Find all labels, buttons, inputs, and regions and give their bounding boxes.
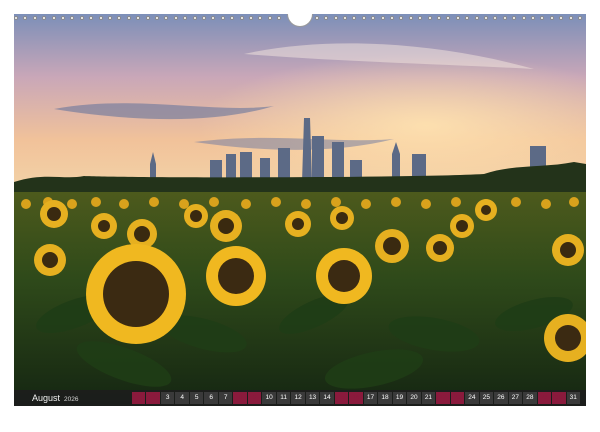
- day-cell: 5: [189, 392, 204, 404]
- photo-illustration: [14, 14, 586, 406]
- day-cell: 28: [523, 392, 537, 404]
- binding-hole: [98, 16, 103, 20]
- day-cell: 24: [465, 392, 479, 404]
- binding-hole: [79, 16, 84, 20]
- day-cell: 10: [262, 392, 276, 404]
- binding-hole: [371, 16, 376, 20]
- day-cell: 29: [537, 392, 552, 404]
- binding-hole: [408, 16, 413, 20]
- binding-hole: [239, 16, 244, 20]
- day-cell: 11: [276, 392, 291, 404]
- day-cell: 12: [291, 392, 305, 404]
- binding-hole: [173, 16, 178, 20]
- day-cell: 22: [436, 392, 450, 404]
- day-cell: 25: [479, 392, 494, 404]
- binding-hole: [493, 16, 498, 20]
- binding-hole: [202, 16, 206, 20]
- binding-hole: [42, 16, 47, 20]
- day-cell: 31: [566, 392, 581, 404]
- binding-hole: [380, 16, 385, 20]
- day-cell: 20: [407, 392, 421, 404]
- binding-hole: [211, 16, 216, 20]
- binding-hole: [521, 16, 526, 20]
- day-cell: 3: [160, 392, 175, 404]
- binding-hole: [324, 16, 329, 20]
- binding-hole: [70, 16, 75, 20]
- day-cell: 26: [494, 392, 508, 404]
- binding-hole: [578, 16, 582, 20]
- binding-hole: [474, 16, 479, 20]
- sunflower-large-left: [86, 244, 186, 344]
- binding-hole: [220, 16, 225, 20]
- binding-hole: [164, 16, 169, 20]
- binding-hole: [446, 16, 451, 20]
- binding-hole: [249, 16, 253, 20]
- binding-hole: [333, 16, 338, 20]
- day-cell: 15: [334, 392, 349, 404]
- binding-hole: [540, 16, 545, 20]
- binding-hole: [61, 16, 65, 20]
- binding-hole: [183, 16, 188, 20]
- binding-hole: [361, 16, 366, 20]
- binding-hole: [455, 16, 460, 20]
- binding-hole: [230, 16, 235, 20]
- month-label: August 2026: [14, 393, 132, 403]
- binding-hole: [343, 16, 347, 20]
- binding-hole: [277, 16, 282, 20]
- day-cell: 6: [204, 392, 218, 404]
- month-name: August: [32, 393, 61, 403]
- binding-hole: [32, 16, 37, 20]
- day-cell: 2: [146, 392, 160, 404]
- binding-hole: [512, 16, 517, 20]
- day-cell: 27: [508, 392, 523, 404]
- binding-hole: [399, 16, 404, 20]
- binding-hole: [267, 16, 272, 20]
- day-cell: 23: [450, 392, 465, 404]
- binding-hole: [559, 16, 564, 20]
- binding-hole: [568, 16, 573, 20]
- binding-hole: [437, 16, 441, 20]
- day-cell: 18: [378, 392, 392, 404]
- binding-hole: [314, 16, 319, 20]
- day-cell: 30: [552, 392, 566, 404]
- binding-hole: [258, 16, 263, 20]
- day-cell: 19: [392, 392, 407, 404]
- sunflower-skyline-photo: [14, 14, 586, 406]
- year-label: 2026: [64, 396, 79, 403]
- binding-hole: [155, 16, 159, 20]
- binding-hole: [126, 16, 131, 20]
- binding-hole: [117, 16, 122, 20]
- binding-hole: [484, 16, 488, 20]
- binding-hole: [23, 16, 28, 20]
- day-cell: 1: [132, 392, 146, 404]
- day-cell: 21: [421, 392, 436, 404]
- binding-hole: [51, 16, 56, 20]
- binding-hole: [352, 16, 357, 20]
- binding-hole: [531, 16, 535, 20]
- calendar-bar: August 2026 1 2 3 4 5 6 7 8 9 10 11 12 13 14 15 16 17 18 1…: [14, 390, 586, 406]
- binding-hole: [192, 16, 197, 20]
- day-cell: 17: [363, 392, 378, 404]
- day-cell: 13: [305, 392, 320, 404]
- day-cells: 1 2 3 4 5 6 7 8 9 10 11 12 13 14 15 16 17 18 19 20 21 22 23 24 2…: [132, 392, 586, 404]
- binding-hole: [418, 16, 423, 20]
- binding-hole: [136, 16, 141, 20]
- binding-hole: [108, 16, 112, 20]
- binding-hole: [390, 16, 394, 20]
- day-cell: 4: [175, 392, 189, 404]
- day-cell: 9: [247, 392, 262, 404]
- sunflower-center: [206, 246, 266, 306]
- day-cell: 16: [349, 392, 363, 404]
- binding-hole: [145, 16, 150, 20]
- sunflower-right-center: [316, 248, 372, 304]
- binding-hole: [14, 16, 18, 20]
- day-cell: 7: [218, 392, 233, 404]
- binding-hole: [89, 16, 94, 20]
- day-cell: 8: [233, 392, 247, 404]
- binding-hole: [427, 16, 432, 20]
- binding-hole: [465, 16, 470, 20]
- day-cell: 14: [320, 392, 334, 404]
- binding-hole: [502, 16, 507, 20]
- binding-hole: [549, 16, 554, 20]
